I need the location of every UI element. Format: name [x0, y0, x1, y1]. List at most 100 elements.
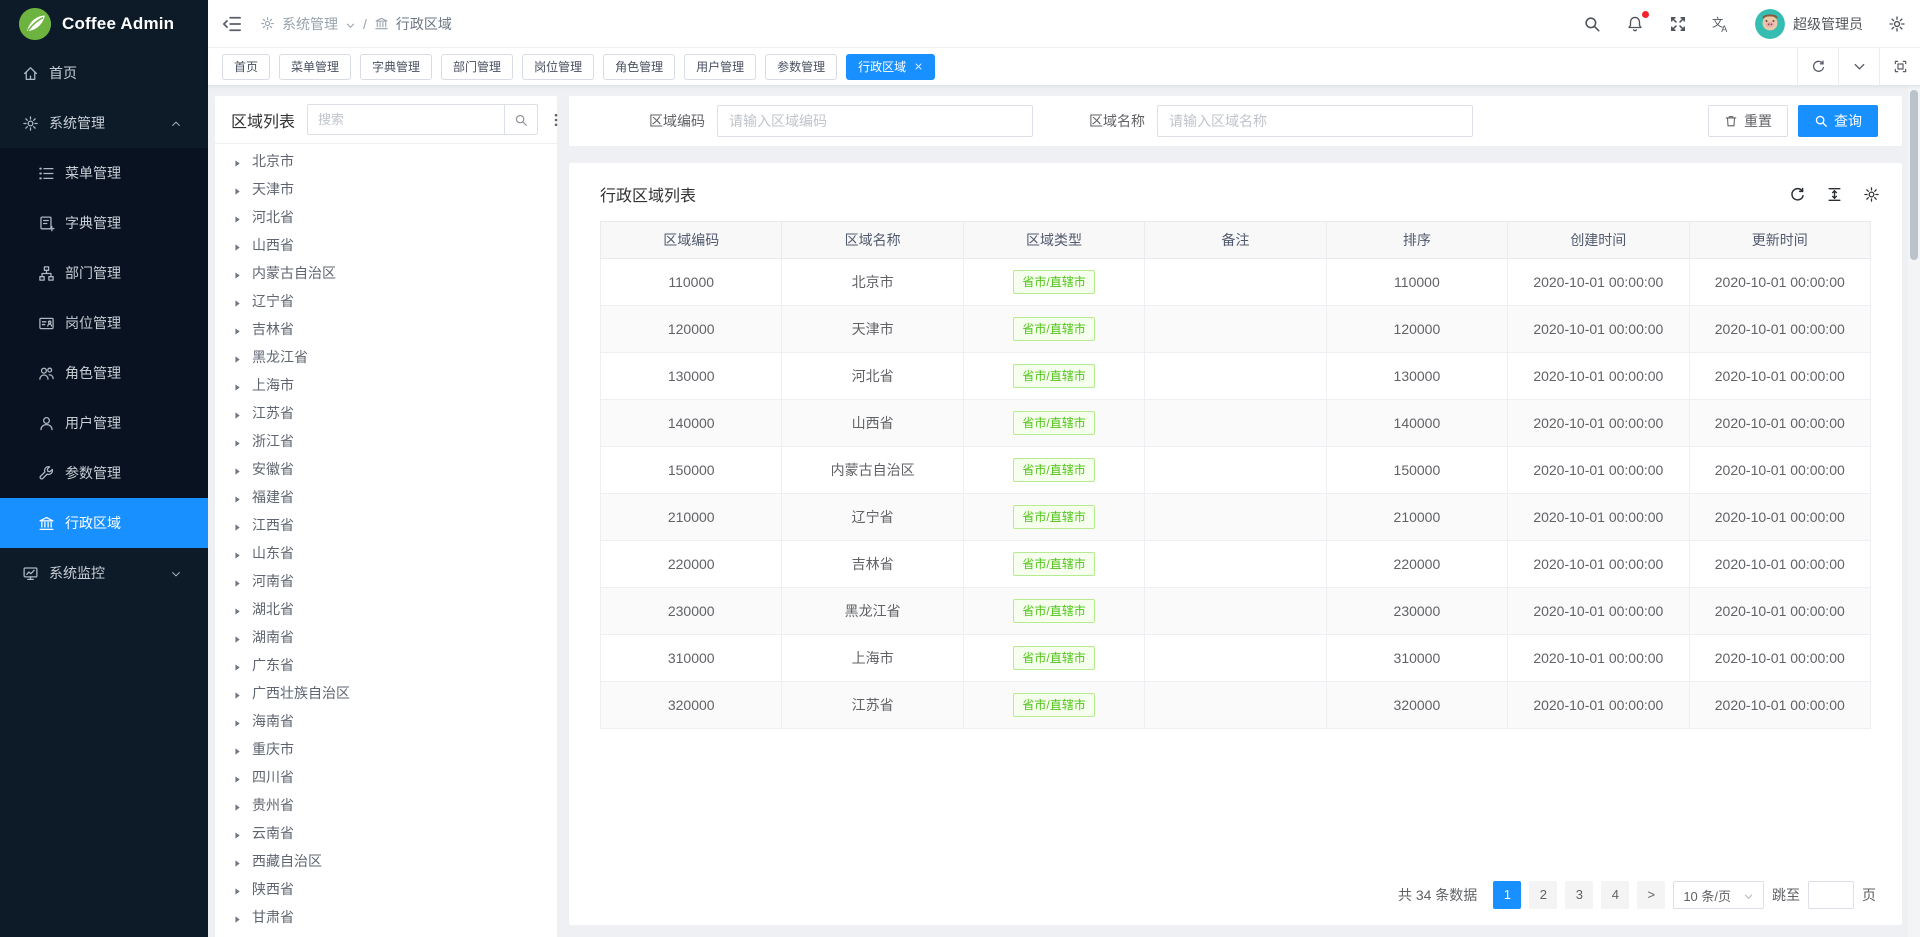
- cell-type: 省市/直辖市: [963, 635, 1144, 682]
- sidebar-item-param[interactable]: 参数管理: [0, 448, 208, 498]
- tree-item-广西壮族自治区[interactable]: 广西壮族自治区: [215, 679, 557, 707]
- tab-部门管理[interactable]: 部门管理: [441, 54, 513, 80]
- sidebar-item-user[interactable]: 用户管理: [0, 398, 208, 448]
- sidebar-item-role[interactable]: 角色管理: [0, 348, 208, 398]
- fullscreen-icon[interactable]: [1669, 15, 1687, 33]
- caret-right-icon: [232, 436, 243, 447]
- app-logo[interactable]: Coffee Admin: [0, 0, 208, 48]
- table-row-130000[interactable]: 130000河北省省市/直辖市1300002020-10-01 00:00:00…: [601, 353, 1871, 400]
- tree-item-广东省[interactable]: 广东省: [215, 651, 557, 679]
- page-size-select[interactable]: 10 条/页: [1673, 881, 1764, 909]
- region-type-badge: 省市/直辖市: [1013, 599, 1094, 623]
- tree-item-黑龙江省[interactable]: 黑龙江省: [215, 343, 557, 371]
- sidebar-item-dept[interactable]: 部门管理: [0, 248, 208, 298]
- tree-item-安徽省[interactable]: 安徽省: [215, 455, 557, 483]
- tree-item-内蒙古自治区[interactable]: 内蒙古自治区: [215, 259, 557, 287]
- page-button-4[interactable]: 4: [1601, 881, 1629, 909]
- tab-菜单管理[interactable]: 菜单管理: [279, 54, 351, 80]
- sidebar-item-monitor[interactable]: 系统监控: [0, 548, 208, 598]
- row-height-icon[interactable]: [1826, 186, 1843, 203]
- page-button-3[interactable]: 3: [1565, 881, 1593, 909]
- breadcrumb-current: 行政区域: [396, 14, 452, 34]
- sidebar-item-dict[interactable]: 字典管理: [0, 198, 208, 248]
- table-row-110000[interactable]: 110000北京市省市/直辖市1100002020-10-01 00:00:00…: [601, 259, 1871, 306]
- table-row-140000[interactable]: 140000山西省省市/直辖市1400002020-10-01 00:00:00…: [601, 400, 1871, 447]
- tree-item-天津市[interactable]: 天津市: [215, 175, 557, 203]
- tabs-chevron-down-icon[interactable]: [1838, 48, 1879, 85]
- pagination-next-button[interactable]: >: [1637, 881, 1665, 909]
- sidebar-item-home[interactable]: 首页: [0, 48, 208, 98]
- table-row-320000[interactable]: 320000江苏省省市/直辖市3200002020-10-01 00:00:00…: [601, 682, 1871, 729]
- sidebar-collapse-icon[interactable]: [222, 14, 242, 34]
- gear-icon: [260, 16, 275, 31]
- translate-icon[interactable]: 文A: [1712, 15, 1730, 33]
- tree-item-西藏自治区[interactable]: 西藏自治区: [215, 847, 557, 875]
- user-menu[interactable]: 超级管理员: [1755, 9, 1863, 39]
- sidebar-item-post[interactable]: 岗位管理: [0, 298, 208, 348]
- tree-item-湖南省[interactable]: 湖南省: [215, 623, 557, 651]
- tab-用户管理[interactable]: 用户管理: [684, 54, 756, 80]
- tab-字典管理[interactable]: 字典管理: [360, 54, 432, 80]
- tree-item-河南省[interactable]: 河南省: [215, 567, 557, 595]
- tree-item-海南省[interactable]: 海南省: [215, 707, 557, 735]
- region-name-input[interactable]: [1157, 105, 1473, 137]
- tree-item-辽宁省[interactable]: 辽宁省: [215, 287, 557, 315]
- settings-gear-icon[interactable]: [1888, 15, 1906, 33]
- scrollbar-thumb[interactable]: [1910, 90, 1918, 260]
- tree-item-北京市[interactable]: 北京市: [215, 147, 557, 175]
- sidebar-item-system[interactable]: 系统管理: [0, 98, 208, 148]
- table-row-150000[interactable]: 150000内蒙古自治区省市/直辖市1500002020-10-01 00:00…: [601, 447, 1871, 494]
- page-button-1[interactable]: 1: [1493, 881, 1521, 909]
- table-row-120000[interactable]: 120000天津市省市/直辖市1200002020-10-01 00:00:00…: [601, 306, 1871, 353]
- tree-item-山西省[interactable]: 山西省: [215, 231, 557, 259]
- tree-item-甘肃省[interactable]: 甘肃省: [215, 903, 557, 931]
- tree-item-贵州省[interactable]: 贵州省: [215, 791, 557, 819]
- page-button-2[interactable]: 2: [1529, 881, 1557, 909]
- tree-search-input[interactable]: [307, 104, 504, 135]
- tree-item-云南省[interactable]: 云南省: [215, 819, 557, 847]
- tab-close-icon[interactable]: [914, 62, 923, 71]
- tree-item-重庆市[interactable]: 重庆市: [215, 735, 557, 763]
- tab-label: 参数管理: [777, 58, 825, 75]
- tab-岗位管理[interactable]: 岗位管理: [522, 54, 594, 80]
- cell-created: 2020-10-01 00:00:00: [1508, 306, 1689, 353]
- tabs-maximize-icon[interactable]: [1879, 48, 1920, 85]
- tree-item-江苏省[interactable]: 江苏省: [215, 399, 557, 427]
- sidebar-item-label: 系统监控: [49, 563, 105, 583]
- tree-item-上海市[interactable]: 上海市: [215, 371, 557, 399]
- search-icon[interactable]: [1583, 15, 1601, 33]
- tree-item-吉林省[interactable]: 吉林省: [215, 315, 557, 343]
- cell-code: 140000: [601, 400, 782, 447]
- jump-page-input[interactable]: [1808, 881, 1854, 909]
- tree-item-江西省[interactable]: 江西省: [215, 511, 557, 539]
- table-row-210000[interactable]: 210000辽宁省省市/直辖市2100002020-10-01 00:00:00…: [601, 494, 1871, 541]
- table-row-310000[interactable]: 310000上海市省市/直辖市3100002020-10-01 00:00:00…: [601, 635, 1871, 682]
- breadcrumb-parent[interactable]: 系统管理: [282, 14, 338, 34]
- tree-item-福建省[interactable]: 福建省: [215, 483, 557, 511]
- tree-more-kebab-icon[interactable]: [548, 111, 564, 129]
- tree-item-青海省[interactable]: 青海省: [215, 931, 557, 937]
- tab-角色管理[interactable]: 角色管理: [603, 54, 675, 80]
- tree-item-山东省[interactable]: 山东省: [215, 539, 557, 567]
- tree-item-四川省[interactable]: 四川省: [215, 763, 557, 791]
- tab-首页[interactable]: 首页: [222, 54, 270, 80]
- table-row-220000[interactable]: 220000吉林省省市/直辖市2200002020-10-01 00:00:00…: [601, 541, 1871, 588]
- refresh-icon[interactable]: [1789, 186, 1806, 203]
- tab-行政区域[interactable]: 行政区域: [846, 54, 935, 80]
- tabs-refresh-icon[interactable]: [1797, 48, 1838, 85]
- query-button[interactable]: 查询: [1798, 105, 1878, 137]
- tree-item-河北省[interactable]: 河北省: [215, 203, 557, 231]
- sidebar-item-menu[interactable]: 菜单管理: [0, 148, 208, 198]
- reset-button[interactable]: 重置: [1708, 105, 1788, 137]
- column-settings-gear-icon[interactable]: [1863, 186, 1880, 203]
- region-type-badge: 省市/直辖市: [1013, 693, 1094, 717]
- tree-item-湖北省[interactable]: 湖北省: [215, 595, 557, 623]
- region-code-input[interactable]: [717, 105, 1033, 137]
- tree-item-陕西省[interactable]: 陕西省: [215, 875, 557, 903]
- tree-search-button[interactable]: [504, 104, 538, 135]
- tree-item-浙江省[interactable]: 浙江省: [215, 427, 557, 455]
- table-row-230000[interactable]: 230000黑龙江省省市/直辖市2300002020-10-01 00:00:0…: [601, 588, 1871, 635]
- notification-bell-icon[interactable]: [1626, 15, 1644, 33]
- tab-参数管理[interactable]: 参数管理: [765, 54, 837, 80]
- sidebar-item-region[interactable]: 行政区域: [0, 498, 208, 548]
